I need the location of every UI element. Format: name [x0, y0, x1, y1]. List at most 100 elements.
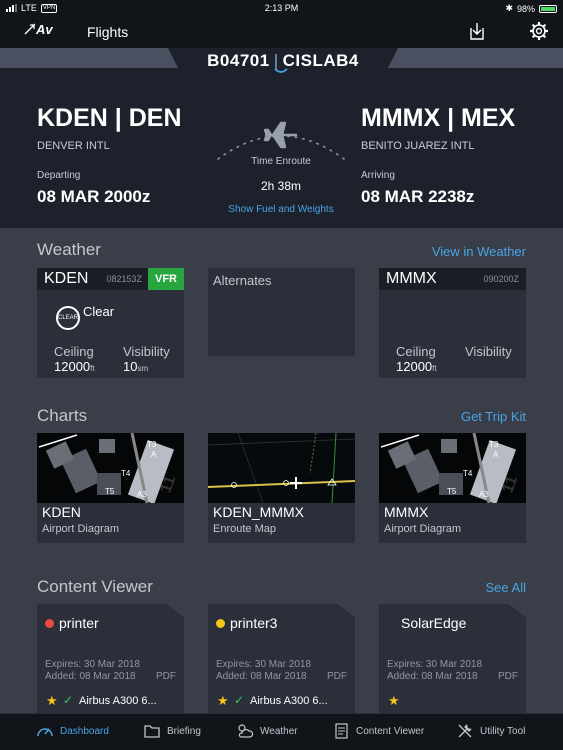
- visibility-number: 10: [123, 359, 138, 374]
- weather-icon: [238, 724, 254, 738]
- chart-code: KDEN: [42, 504, 81, 520]
- weather-condition: Clear: [83, 304, 115, 319]
- chart-label-a: A: [151, 450, 157, 459]
- airplane-icon: [263, 121, 297, 149]
- tail-number: B04701: [207, 51, 270, 70]
- chart-label-t3: T3: [147, 440, 157, 449]
- star-icon[interactable]: ★: [388, 693, 400, 709]
- chart-label-t3: T3: [489, 440, 499, 449]
- content-aircraft: Airbus A300 6...: [79, 695, 157, 707]
- chart-card-destination[interactable]: T3 A T4 T5 A3 11 MMMX Airport Diagram: [379, 433, 526, 543]
- flight-summary: KDEN | DEN DENVER INTL Departing 08 MAR …: [0, 68, 563, 228]
- weather-card-origin[interactable]: KDEN 082153Z VFR CLEAR Clear Ceiling 120…: [37, 268, 184, 378]
- weather-card-header: MMMX 090200Z: [379, 268, 526, 290]
- bottom-tab-bar: Dashboard Briefing Weather Content Viewe…: [0, 713, 563, 750]
- content-viewer-title: Content Viewer: [37, 577, 153, 596]
- chart-label-a: A: [493, 450, 499, 459]
- content-type: PDF: [156, 671, 176, 682]
- chart-type: Enroute Map: [213, 523, 276, 535]
- chart-code: KDEN_MMMX: [213, 504, 305, 520]
- content-aircraft: Airbus A300 6...: [250, 695, 328, 707]
- chart-type: Airport Diagram: [42, 523, 120, 535]
- content-added: Added: 08 Mar 2018: [387, 671, 478, 682]
- arriving-time: 08 MAR 2238z: [361, 187, 475, 206]
- star-icon[interactable]: ★: [46, 693, 58, 709]
- get-trip-kit-link[interactable]: Get Trip Kit: [461, 409, 526, 424]
- content-expires: Expires: 30 Mar 2018: [387, 659, 483, 670]
- plane-logo-icon: [24, 23, 36, 35]
- visibility-unit: sm: [137, 364, 149, 373]
- content-name: SolarEdge: [401, 615, 467, 631]
- weather-station-code: KDEN: [44, 270, 89, 287]
- status-dot: [216, 619, 225, 628]
- visibility-value: 10sm: [123, 359, 148, 374]
- view-in-weather-link[interactable]: View in Weather: [432, 244, 526, 259]
- weather-card-destination[interactable]: MMMX 090200Z Ceiling 12000ft Visibility: [379, 268, 526, 378]
- time-enroute-value: 2h 38m: [260, 179, 302, 193]
- alternates-title: Alternates: [213, 273, 272, 288]
- tab-weather[interactable]: Weather: [236, 722, 298, 740]
- content-card-printer[interactable]: printer Expires: 30 Mar 2018 Added: 08 M…: [37, 604, 184, 713]
- tab-utility-tool[interactable]: Utility Tool: [456, 722, 525, 740]
- content-name: printer: [59, 615, 99, 631]
- bluetooth-icon: ✱: [505, 3, 513, 13]
- top-nav: Av Flights: [0, 16, 563, 48]
- chart-code: MMMX: [384, 504, 429, 520]
- content-card-solaredge[interactable]: SolarEdge Expires: 30 Mar 2018 Added: 08…: [379, 604, 526, 713]
- status-time: 2:13 PM: [264, 3, 299, 13]
- status-right: ✱ 98%: [505, 3, 557, 14]
- weather-obs-time: 090200Z: [483, 274, 519, 284]
- see-all-link[interactable]: See All: [486, 580, 526, 595]
- chart-type: Airport Diagram: [384, 523, 462, 535]
- airport-diagram-thumbnail: T3 A T4 T5 A3 11: [37, 433, 184, 503]
- alternates-card[interactable]: Alternates: [208, 268, 355, 356]
- chart-label-t5: T5: [447, 487, 457, 496]
- status-dot: [45, 619, 54, 628]
- tab-content-viewer[interactable]: Content Viewer: [332, 722, 424, 740]
- content-added: Added: 08 Mar 2018: [216, 671, 307, 682]
- content-added: Added: 08 Mar 2018: [45, 671, 136, 682]
- tools-icon: [458, 724, 472, 738]
- chart-card-enroute[interactable]: KDEN_MMMX Enroute Map: [208, 433, 355, 543]
- ceiling-label: Ceiling: [396, 344, 436, 359]
- document-icon: [335, 723, 348, 739]
- logo-text: Av: [36, 22, 53, 37]
- battery-icon: [539, 4, 557, 13]
- dashboard-icon: [37, 728, 53, 737]
- nav-title[interactable]: Flights: [87, 24, 128, 40]
- battery-percent: 98%: [516, 3, 535, 14]
- clear-sky-icon: CLEAR: [56, 306, 80, 330]
- destination-name: BENITO JUAREZ INTL: [361, 140, 475, 152]
- chart-card-origin[interactable]: T3 A T4 T5 A3 11 KDEN Airport Diagram: [37, 433, 184, 543]
- weather-card-header: KDEN 082153Z VFR: [37, 268, 184, 290]
- chevron-down-icon[interactable]: [274, 68, 288, 74]
- app-logo[interactable]: Av: [24, 22, 53, 37]
- ceiling-value: 12000ft: [54, 359, 95, 374]
- content-expires: Expires: 30 Mar 2018: [216, 659, 312, 670]
- check-icon: ✓: [234, 693, 245, 707]
- chart-label-t4: T4: [121, 469, 131, 478]
- tab-label: Content Viewer: [356, 725, 425, 737]
- airport-diagram-thumbnail: T3 A T4 T5 A3 11: [379, 433, 526, 503]
- weather-station-code: MMMX: [386, 270, 437, 287]
- content-expires: Expires: 30 Mar 2018: [45, 659, 141, 670]
- time-enroute-label: Time Enroute: [251, 156, 311, 167]
- visibility-label: Visibility: [465, 344, 512, 359]
- content-card-printer3[interactable]: printer3 Expires: 30 Mar 2018 Added: 08 …: [208, 604, 355, 713]
- departing-label: Departing: [37, 170, 81, 181]
- folder-icon: [144, 725, 160, 738]
- tab-briefing[interactable]: Briefing: [143, 722, 201, 740]
- tab-label: Dashboard: [60, 725, 109, 737]
- gear-icon[interactable]: [528, 20, 550, 42]
- check-icon: ✓: [63, 693, 74, 707]
- show-fuel-link[interactable]: Show Fuel and Weights: [210, 204, 352, 215]
- callsign: CISLAB4: [282, 51, 359, 70]
- destination-code: MMMX | MEX: [361, 104, 516, 132]
- tab-dashboard[interactable]: Dashboard: [36, 722, 109, 740]
- star-icon[interactable]: ★: [217, 693, 229, 709]
- tab-label: Utility Tool: [480, 725, 526, 737]
- ceiling-unit: ft: [90, 364, 95, 373]
- ceiling-number: 12000: [396, 359, 433, 374]
- departing-time: 08 MAR 2000z: [37, 187, 151, 206]
- download-icon[interactable]: [466, 20, 488, 42]
